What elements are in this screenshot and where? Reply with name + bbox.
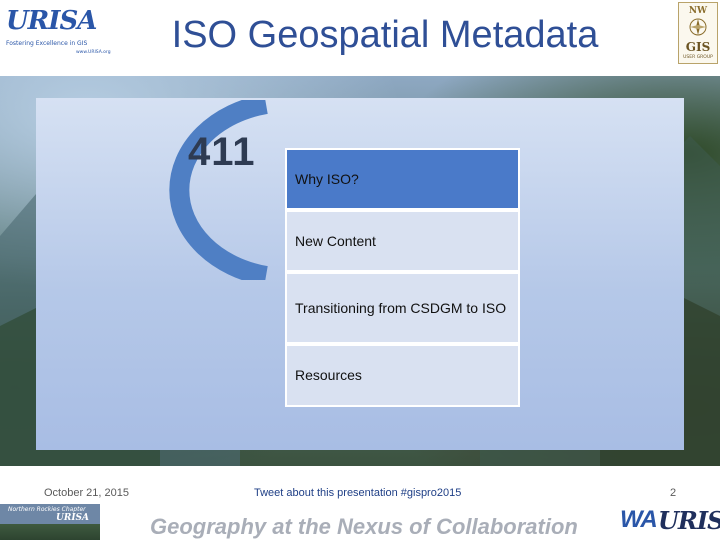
compass-icon — [689, 18, 707, 36]
menu-item-label: Why ISO? — [295, 170, 359, 187]
menu-item-label: Transitioning from CSDGM to ISO — [295, 299, 507, 316]
411-logo: 411 — [146, 94, 276, 286]
menu-item-transitioning[interactable]: Transitioning from CSDGM to ISO — [285, 272, 520, 344]
slide-footer: October 21, 2015 Tweet about this presen… — [0, 466, 720, 540]
menu-item-label: Resources — [295, 367, 362, 383]
nw-gis-logo-sub: USER GROUP — [683, 55, 713, 60]
urisa-logo-wordmark: URISA — [6, 6, 97, 36]
chapter-logo-landscape — [0, 524, 100, 540]
menu-item-resources[interactable]: Resources — [285, 344, 520, 407]
menu-item-why-iso[interactable]: Why ISO? — [285, 148, 520, 210]
menu-item-new-content[interactable]: New Content — [285, 210, 520, 272]
c-arc-icon — [169, 94, 268, 286]
urisa-logo-tagline: Fostering Excellence in GIS — [6, 40, 88, 47]
411-logo-number: 411 — [188, 130, 256, 174]
conference-tagline: Geography at the Nexus of Collaboration — [150, 514, 578, 539]
northern-rockies-chapter-logo: Northern Rockies Chapter URISA — [0, 504, 100, 540]
chapter-logo-line2: URISA — [56, 513, 90, 523]
page-number: 2 — [670, 487, 677, 499]
topic-menu: Why ISO? New Content Transitioning from … — [285, 148, 520, 407]
footer-tweet-text: Tweet about this presentation #gispro201… — [254, 487, 462, 499]
nw-gis-logo-main: GIS — [685, 40, 711, 54]
urisa-logo: URISA Fostering Excellence in GIS www.UR… — [4, 6, 114, 62]
urisa-logo-url: www.URISA.org — [76, 50, 111, 55]
menu-item-label: New Content — [295, 232, 376, 249]
wa-urisa-logo-suffix: URISA — [658, 506, 720, 535]
footer-date: October 21, 2015 — [44, 487, 130, 499]
wa-urisa-logo: WA URISA — [618, 506, 720, 538]
slide-title: ISO Geospatial Metadata — [171, 14, 599, 56]
slide-header: URISA Fostering Excellence in GIS www.UR… — [0, 0, 720, 76]
wa-urisa-logo-prefix: WA — [620, 506, 658, 533]
nw-gis-logo-top: NW — [688, 6, 708, 16]
chapter-logo-line1: Northern Rockies Chapter — [8, 506, 86, 513]
nw-gis-logo: NW GIS USER GROUP — [678, 2, 718, 64]
